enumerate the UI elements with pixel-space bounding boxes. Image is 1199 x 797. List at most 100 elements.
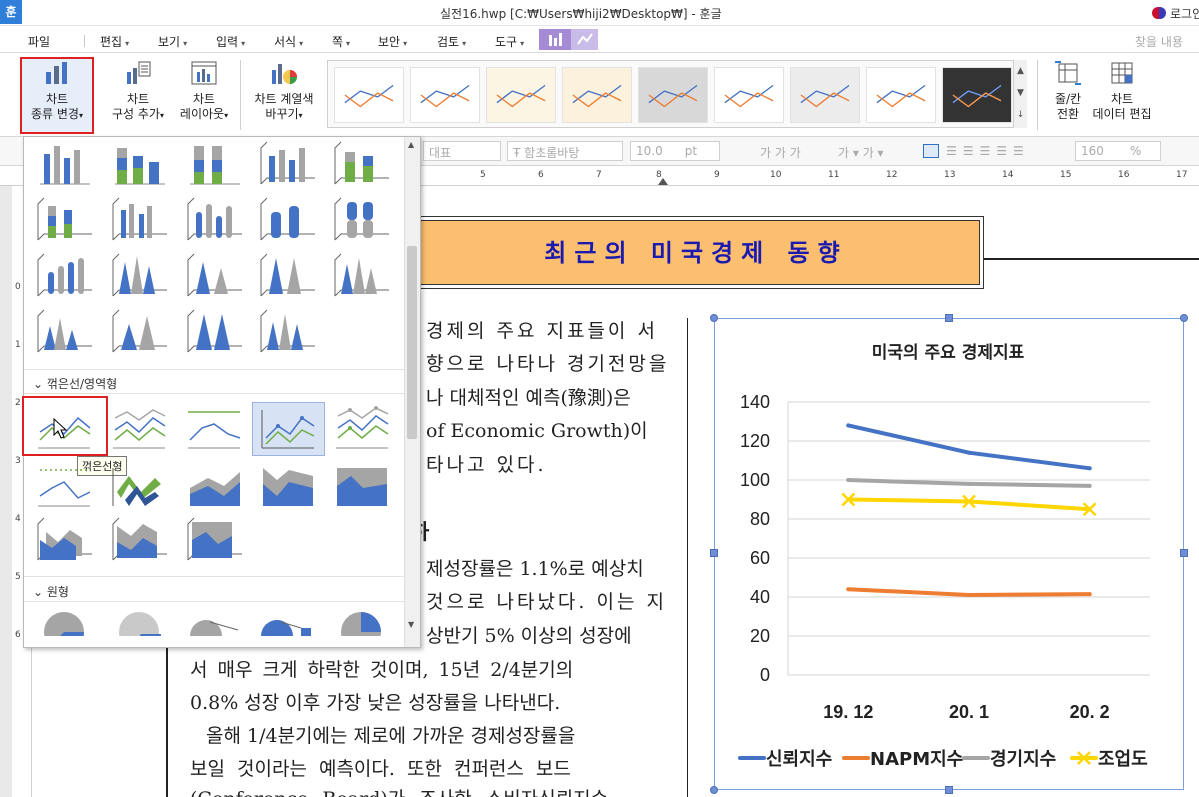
percent-cylinder-chart-icon[interactable] <box>333 196 389 242</box>
chart-style-5[interactable] <box>638 67 708 123</box>
bold-italic-underline-buttons[interactable]: 가 가 가 <box>760 144 801 161</box>
3d-area-chart-icon[interactable] <box>36 516 92 562</box>
gallery-scrollbar[interactable]: ▲ ▼ ↓ <box>1013 60 1027 128</box>
percent-line-with-markers-chart-icon[interactable] <box>36 462 92 508</box>
chart-layout-button[interactable]: 차트 레이아웃▾ <box>174 56 234 123</box>
stacked-pyramid-chart-icon[interactable] <box>111 308 167 354</box>
chevron-down-icon[interactable]: ▼ <box>1014 82 1027 104</box>
chart-style-7[interactable] <box>790 67 860 123</box>
chart-style-6[interactable] <box>714 67 784 123</box>
line-with-markers-chart-icon[interactable] <box>260 404 316 450</box>
text-color-button[interactable]: 가 ▾ 가 ▾ <box>838 144 884 161</box>
ruler-tick: 5 <box>15 572 21 582</box>
app-icon[interactable]: 훈 <box>0 0 22 24</box>
3d-stacked-area-chart-icon[interactable] <box>111 516 167 562</box>
chart-style-8[interactable] <box>866 67 936 123</box>
chart-style-3[interactable] <box>486 67 556 123</box>
menu-review[interactable]: 검토 ▾ <box>437 33 466 50</box>
cone-chart-icon[interactable] <box>111 252 167 298</box>
login-icon[interactable] <box>1152 7 1166 19</box>
font-size-input[interactable]: 10.0 pt <box>630 141 720 161</box>
3d-line-chart-icon[interactable] <box>111 462 167 508</box>
chevron-up-icon[interactable]: ▲ <box>1014 60 1027 82</box>
chart-format-tab[interactable] <box>571 29 598 50</box>
pie-of-pie-chart-icon[interactable] <box>186 606 242 636</box>
menu-page[interactable]: 쪽 ▾ <box>332 33 350 50</box>
chart-type-change-button[interactable]: 차트 종류 변경▾ <box>22 56 92 123</box>
ribbon-divider <box>1037 60 1038 130</box>
cylinder-chart-icon[interactable] <box>186 196 242 242</box>
3d-cone-chart-icon[interactable] <box>333 252 389 298</box>
expand-icon[interactable]: ↓ <box>1014 104 1027 126</box>
chart-tab[interactable] <box>539 29 571 50</box>
font-select[interactable]: Ŧ 함초롬바탕 <box>507 141 623 161</box>
area-chart-icon[interactable] <box>186 462 242 508</box>
category-line-area[interactable]: ⌄ 꺾은선/영역형 <box>33 375 117 392</box>
category-pie[interactable]: ⌄ 원형 <box>33 583 69 600</box>
3d-column-chart-icon[interactable] <box>259 140 315 186</box>
percent-column-chart-icon[interactable] <box>186 140 242 186</box>
align-buttons[interactable]: ☰☰☰☰☰ <box>946 144 1030 158</box>
menu-view[interactable]: 보기 ▾ <box>158 33 187 50</box>
chevron-up-icon[interactable]: ▲ <box>408 140 414 149</box>
stacked-area-chart-icon[interactable] <box>259 462 315 508</box>
align-justify-icon[interactable] <box>923 144 939 158</box>
legend-label: NAPM지수 <box>870 749 963 770</box>
chart-style-4[interactable] <box>562 67 632 123</box>
3d-stacked-column-chart-icon[interactable] <box>333 140 389 186</box>
menu-file[interactable]: 파일 <box>28 33 50 50</box>
style-select[interactable]: 대표 <box>423 141 501 161</box>
stacked-cylinder-chart-icon[interactable] <box>259 196 315 242</box>
chart-style-1[interactable] <box>334 67 404 123</box>
menu-edit[interactable]: 편집 ▾ <box>100 33 129 50</box>
add-chart-element-button[interactable]: 차트 구성 추가▾ <box>106 56 170 123</box>
switch-row-col-button[interactable]: 줄/칸 전환 <box>1042 56 1094 122</box>
login-link[interactable]: 로그인 <box>1170 5 1199 22</box>
menu-security[interactable]: 보안 ▾ <box>378 33 407 50</box>
3d-pie-chart-icon[interactable] <box>333 606 389 636</box>
y-tick-label: 80 <box>750 509 770 529</box>
pie-chart-icon[interactable] <box>36 606 92 636</box>
stacked-area-chart-icon <box>263 468 313 506</box>
add-element-label-2: 구성 추가 <box>112 107 160 121</box>
find-input[interactable]: 찾을 내용 <box>1135 33 1183 50</box>
zoom-input[interactable]: 160% <box>1075 141 1161 161</box>
layout-icon <box>191 61 217 85</box>
stacked-line-chart-icon[interactable] <box>111 404 167 450</box>
indent-marker-icon[interactable] <box>658 178 668 185</box>
ribbon-divider <box>240 60 241 130</box>
percent-area-chart-icon[interactable] <box>333 462 389 508</box>
scrollbar-thumb[interactable] <box>407 246 417 439</box>
3d-column-chart-icon[interactable] <box>111 196 167 242</box>
stacked-column-chart-icon[interactable] <box>36 140 92 186</box>
body-text-line: 올해 1/4분기에는 제로에 가까운 경제성장률을 <box>206 725 576 747</box>
percent-pyramid-chart-icon[interactable] <box>186 308 242 354</box>
3d-column-chart-icon <box>112 197 167 241</box>
menu-tools[interactable]: 도구 ▾ <box>495 33 524 50</box>
3d-cylinder-chart-icon[interactable] <box>36 252 92 298</box>
pyramid-chart-icon[interactable] <box>36 308 92 354</box>
series-color-button[interactable]: 차트 계열색 바꾸기▾ <box>246 56 322 123</box>
bar-of-pie-chart-icon[interactable] <box>259 606 315 636</box>
3d-percent-area-chart-icon[interactable] <box>186 516 242 562</box>
edit-data-label-2: 데이터 편집 <box>1092 107 1152 121</box>
menu-file-label: 파일 <box>28 35 51 49</box>
percent-cone-chart-icon[interactable] <box>259 252 315 298</box>
percent-area-chart-icon <box>337 468 387 506</box>
chevron-down-icon: ⌄ <box>33 585 47 599</box>
stacked-cone-chart-icon[interactable] <box>186 252 242 298</box>
menu-format[interactable]: 서식 ▾ <box>274 33 303 50</box>
menu-insert[interactable]: 입력 ▾ <box>216 33 245 50</box>
chevron-down-icon[interactable]: ▼ <box>408 620 414 629</box>
3d-stacked-column-chart-icon[interactable] <box>36 196 92 242</box>
3d-pyramid-chart-icon[interactable] <box>259 308 315 354</box>
chart-title: 미국의 주요 경제지표 <box>872 343 1025 363</box>
edit-chart-data-button[interactable]: 차트 데이터 편집 <box>1090 56 1154 122</box>
exploded-pie-chart-icon <box>119 612 161 636</box>
percent-line-chart-icon[interactable] <box>186 404 242 450</box>
stacked-column-chart-icon[interactable] <box>111 140 167 186</box>
exploded-pie-chart-icon[interactable] <box>111 606 167 636</box>
chart-style-9[interactable] <box>942 67 1012 123</box>
stacked-line-with-markers-chart-icon[interactable] <box>334 404 390 450</box>
chart-style-2[interactable] <box>410 67 480 123</box>
